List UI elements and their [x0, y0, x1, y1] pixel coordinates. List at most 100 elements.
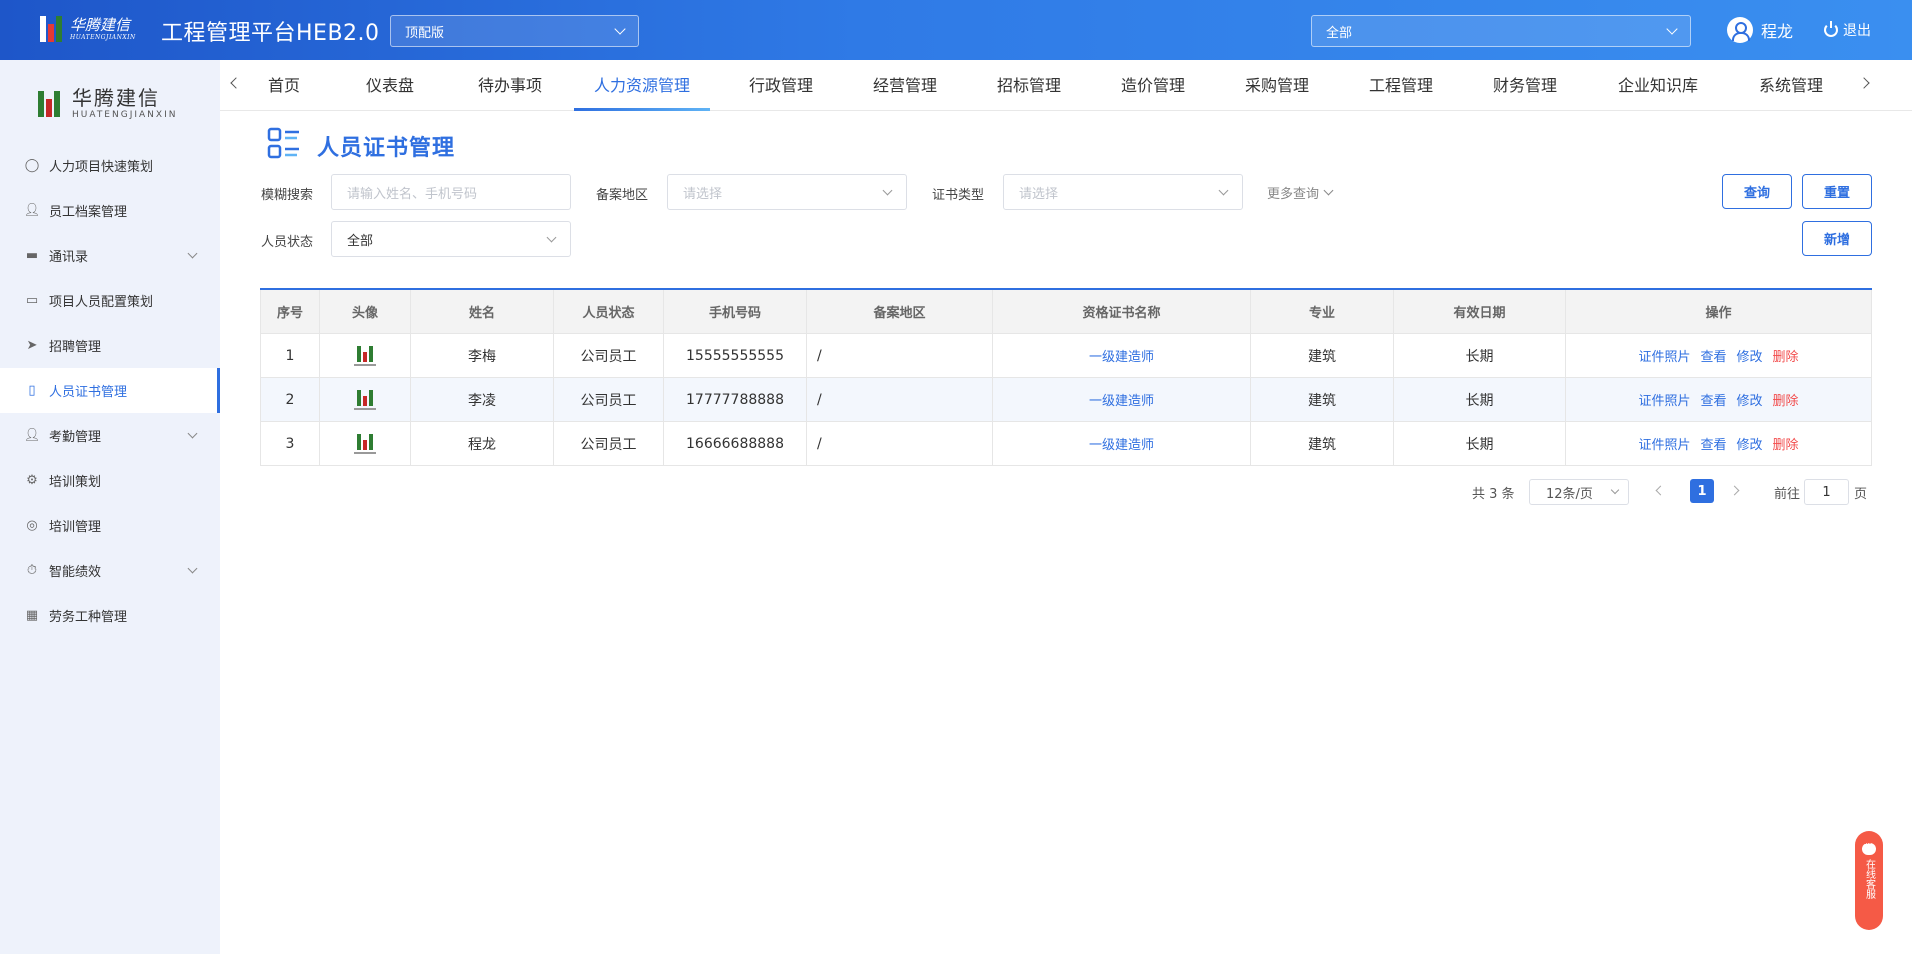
- row-no: 3: [260, 422, 320, 465]
- chevron-down-icon: [546, 232, 557, 242]
- view-link[interactable]: 查看: [1700, 434, 1726, 453]
- row-no: 1: [260, 334, 320, 377]
- col-cert: 资格证书名称: [993, 290, 1251, 333]
- more-query-toggle[interactable]: 更多查询: [1267, 183, 1334, 202]
- sidebar-item-staffing-plan[interactable]: ▭ 项目人员配置策划: [0, 278, 220, 323]
- sidebar-item-certificates[interactable]: ▯ 人员证书管理: [0, 368, 220, 413]
- query-button[interactable]: 查询: [1722, 174, 1792, 209]
- sidebar-item-performance[interactable]: ⏱ 智能绩效: [0, 548, 220, 593]
- delete-link[interactable]: 删除: [1773, 434, 1799, 453]
- page-number-current[interactable]: 1: [1690, 479, 1714, 503]
- stopwatch-icon: ⏱: [26, 563, 38, 578]
- table-row: 3 程龙 公司员工 16666688888 / 一级建造师 建筑 长期 证件照片…: [260, 422, 1872, 466]
- photo-link[interactable]: 证件照片: [1638, 390, 1690, 409]
- row-region: /: [807, 378, 993, 421]
- view-link[interactable]: 查看: [1700, 346, 1726, 365]
- sidebar-logo: 华腾建信 HUATENGJIANXIN: [36, 88, 177, 120]
- cert-type-label: 证书类型: [932, 188, 985, 203]
- row-valid: 长期: [1394, 334, 1566, 377]
- photo-link[interactable]: 证件照片: [1638, 346, 1690, 365]
- avatar-logo-icon: [353, 432, 377, 456]
- page-size-select[interactable]: 12条/页: [1529, 479, 1629, 505]
- tab-business[interactable]: 经营管理: [846, 60, 964, 111]
- edit-link[interactable]: 修改: [1737, 434, 1763, 453]
- tab-procurement[interactable]: 采购管理: [1218, 60, 1336, 111]
- sidebar-item-attendance[interactable]: 👤︎ 考勤管理: [0, 413, 220, 458]
- row-cert: 一级建造师: [993, 334, 1251, 377]
- tab-cost[interactable]: 造价管理: [1094, 60, 1212, 111]
- logo-mark-icon: [36, 89, 64, 119]
- cert-type-select[interactable]: 请选择: [1003, 174, 1243, 210]
- sidebar-item-label: 人员证书管理: [49, 385, 128, 400]
- sidebar-item-training[interactable]: ◎ 培训管理: [0, 503, 220, 548]
- chevron-down-icon: [187, 248, 198, 259]
- tab-dashboard[interactable]: 仪表盘: [346, 60, 434, 111]
- goto-page-input[interactable]: 1: [1804, 479, 1849, 505]
- region-select[interactable]: 请选择: [667, 174, 907, 210]
- chevron-right-icon[interactable]: [1858, 77, 1870, 89]
- tab-admin[interactable]: 行政管理: [722, 60, 840, 111]
- edition-select[interactable]: 顶配版: [390, 15, 639, 47]
- tab-hr[interactable]: 人力资源管理: [574, 60, 710, 111]
- status-select[interactable]: 全部: [331, 221, 571, 257]
- document-icon: ▯: [28, 383, 36, 398]
- list-icon: [267, 127, 299, 159]
- avatar-icon: [1727, 17, 1753, 43]
- gear-circle-icon: ⚙: [26, 473, 38, 488]
- cert-link[interactable]: 一级建造师: [1089, 390, 1154, 409]
- delete-link[interactable]: 删除: [1773, 346, 1799, 365]
- prev-page-icon[interactable]: [1655, 485, 1666, 496]
- sidebar-menu: ◯ 人力项目快速策划 👤︎ 员工档案管理 ▬ 通讯录 ▭ 项目人员配置策划 ➤ …: [0, 143, 220, 638]
- table-row: 1 李梅 公司员工 15555555555 / 一级建造师 建筑 长期 证件照片…: [260, 334, 1872, 378]
- delete-link[interactable]: 删除: [1773, 390, 1799, 409]
- row-ops: 证件照片 查看 修改 删除: [1566, 334, 1872, 377]
- user-menu[interactable]: 程龙: [1727, 17, 1793, 43]
- online-service-button[interactable]: 在线客服: [1855, 831, 1883, 930]
- sidebar-item-label: 招聘管理: [49, 340, 102, 355]
- tab-bidding[interactable]: 招标管理: [970, 60, 1088, 111]
- tab-system[interactable]: 系统管理: [1732, 60, 1850, 111]
- row-status: 公司员工: [554, 378, 664, 421]
- sidebar-item-label: 智能绩效: [49, 565, 102, 580]
- row-avatar: [320, 334, 411, 377]
- edit-link[interactable]: 修改: [1737, 390, 1763, 409]
- edition-value: 顶配版: [405, 25, 445, 41]
- grid-icon: ▦: [25, 608, 39, 623]
- more-query-label: 更多查询: [1267, 187, 1320, 202]
- sidebar-item-employee-archive[interactable]: 👤︎ 员工档案管理: [0, 188, 220, 233]
- col-phone: 手机号码: [664, 290, 807, 333]
- tab-finance[interactable]: 财务管理: [1466, 60, 1584, 111]
- reset-button[interactable]: 重置: [1802, 174, 1872, 209]
- col-status: 人员状态: [554, 290, 664, 333]
- scope-select[interactable]: 全部: [1311, 15, 1691, 47]
- cert-link[interactable]: 一级建造师: [1089, 434, 1154, 453]
- row-valid: 长期: [1394, 422, 1566, 465]
- row-region: /: [807, 422, 993, 465]
- sidebar-item-contacts[interactable]: ▬ 通讯录: [0, 233, 220, 278]
- sidebar-item-labor-types[interactable]: ▦ 劳务工种管理: [0, 593, 220, 638]
- sidebar-item-label: 考勤管理: [49, 430, 102, 445]
- add-button[interactable]: 新增: [1802, 221, 1872, 256]
- col-major: 专业: [1251, 290, 1394, 333]
- sidebar-item-hr-project-plan[interactable]: ◯ 人力项目快速策划: [0, 143, 220, 188]
- cert-link[interactable]: 一级建造师: [1089, 346, 1154, 365]
- logout-button[interactable]: 退出: [1824, 20, 1871, 40]
- tab-knowledge[interactable]: 企业知识库: [1590, 60, 1726, 111]
- photo-link[interactable]: 证件照片: [1638, 434, 1690, 453]
- top-nav: 首页 仪表盘 待办事项 人力资源管理 行政管理 经营管理 招标管理 造价管理 采…: [220, 60, 1912, 111]
- sidebar-item-recruitment[interactable]: ➤ 招聘管理: [0, 323, 220, 368]
- goto-label: 前往: [1774, 487, 1801, 502]
- tab-todo[interactable]: 待办事项: [458, 60, 562, 111]
- fuzzy-search-input[interactable]: 请输入姓名、手机号码: [331, 174, 571, 210]
- col-ops: 操作: [1566, 290, 1872, 333]
- status-label: 人员状态: [261, 235, 314, 250]
- sidebar: 华腾建信 HUATENGJIANXIN ◯ 人力项目快速策划 👤︎ 员工档案管理…: [0, 60, 220, 954]
- next-page-icon[interactable]: [1729, 485, 1740, 496]
- chevron-left-icon[interactable]: [230, 77, 242, 89]
- sidebar-item-training-plan[interactable]: ⚙ 培训策划: [0, 458, 220, 503]
- view-link[interactable]: 查看: [1700, 390, 1726, 409]
- edit-link[interactable]: 修改: [1737, 346, 1763, 365]
- table-header-row: 序号 头像 姓名 人员状态 手机号码 备案地区 资格证书名称 专业 有效日期 操…: [260, 290, 1872, 334]
- tab-home[interactable]: 首页: [246, 60, 322, 111]
- tab-engineering[interactable]: 工程管理: [1342, 60, 1460, 111]
